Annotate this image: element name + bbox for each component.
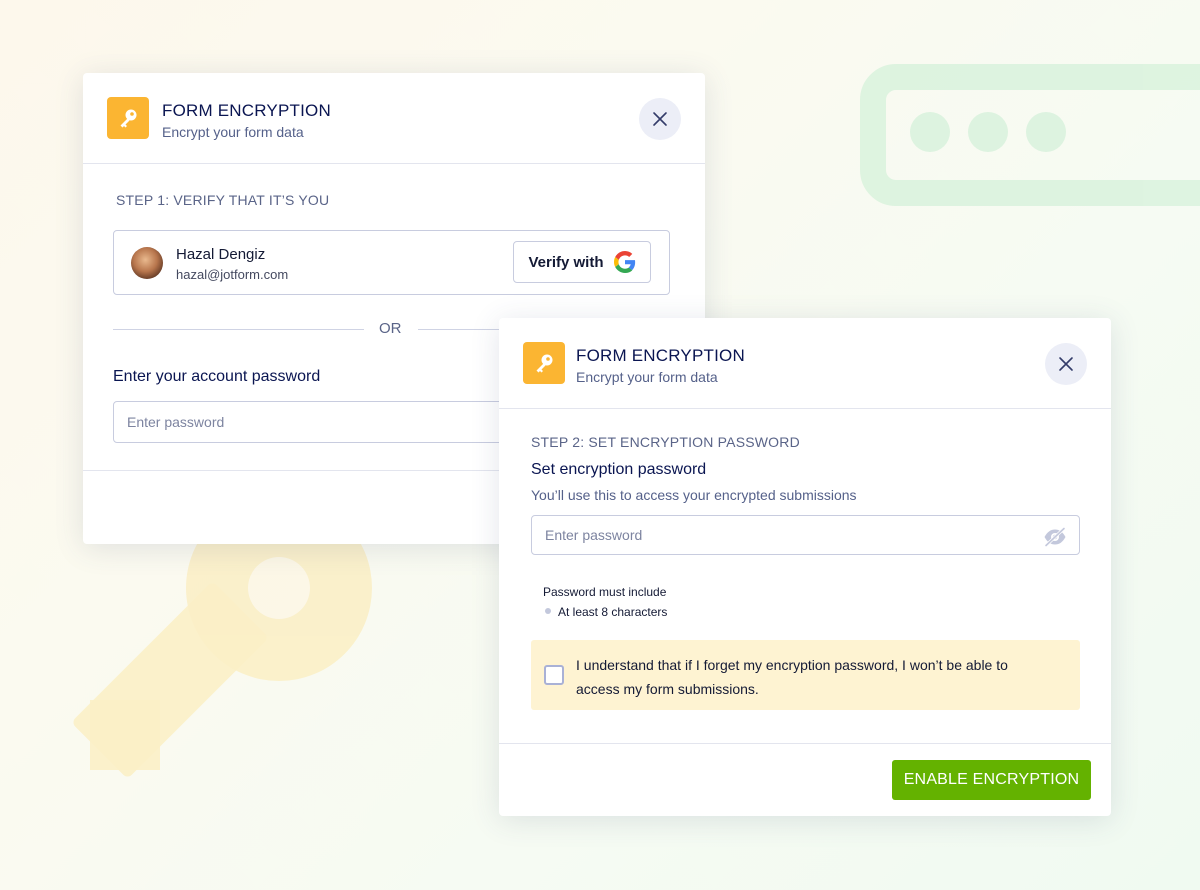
account-name: Hazal Dengiz xyxy=(176,246,266,263)
avatar xyxy=(131,247,163,279)
modal-subtitle: Encrypt your form data xyxy=(162,124,304,140)
step-label: STEP 1: VERIFY THAT IT’S YOU xyxy=(116,192,330,208)
account-email: hazal@jotform.com xyxy=(176,267,289,282)
account-password-label: Enter your account password xyxy=(113,368,321,385)
account-card: Hazal Dengiz hazal@jotform.com Verify wi… xyxy=(113,230,670,295)
background-key-hole xyxy=(248,557,310,619)
rule-bullet xyxy=(545,608,551,614)
acknowledge-notice: I understand that if I forget my encrypt… xyxy=(531,640,1080,710)
modal-header: FORM ENCRYPTION Encrypt your form data xyxy=(499,318,1111,409)
verify-with-google-button[interactable]: Verify with xyxy=(513,241,651,283)
set-encryption-password-modal: FORM ENCRYPTION Encrypt your form data S… xyxy=(499,318,1111,816)
enable-encryption-button[interactable]: ENABLE ENCRYPTION xyxy=(892,760,1091,800)
background-password-illustration xyxy=(860,64,1200,206)
close-icon xyxy=(653,112,667,126)
password-rules-title: Password must include xyxy=(543,585,667,599)
or-divider-left xyxy=(113,329,364,330)
key-icon xyxy=(107,97,149,139)
modal-header: FORM ENCRYPTION Encrypt your form data xyxy=(83,73,705,164)
close-button[interactable] xyxy=(639,98,681,140)
modal-title: FORM ENCRYPTION xyxy=(162,101,331,120)
key-icon xyxy=(523,342,565,384)
eye-slash-icon[interactable] xyxy=(1043,526,1067,552)
background-key-tooth xyxy=(90,700,160,770)
modal-footer-divider xyxy=(499,743,1111,744)
modal-title: FORM ENCRYPTION xyxy=(576,346,745,365)
encryption-password-input[interactable] xyxy=(531,515,1080,555)
background-dot xyxy=(910,112,950,152)
acknowledge-checkbox[interactable] xyxy=(544,665,564,685)
background-dot xyxy=(1026,112,1066,152)
or-label: OR xyxy=(379,320,402,337)
background-dot xyxy=(968,112,1008,152)
acknowledge-text: I understand that if I forget my encrypt… xyxy=(576,657,1008,697)
modal-subtitle: Encrypt your form data xyxy=(576,369,718,385)
close-icon xyxy=(1059,357,1073,371)
close-button[interactable] xyxy=(1045,343,1087,385)
encryption-password-label: Set encryption password xyxy=(531,461,707,478)
step-label: STEP 2: SET ENCRYPTION PASSWORD xyxy=(531,434,800,450)
password-rule: At least 8 characters xyxy=(558,605,668,619)
encryption-password-hint: You’ll use this to access your encrypted… xyxy=(531,487,857,503)
verify-button-label: Verify with xyxy=(528,253,604,271)
google-icon xyxy=(613,251,635,273)
